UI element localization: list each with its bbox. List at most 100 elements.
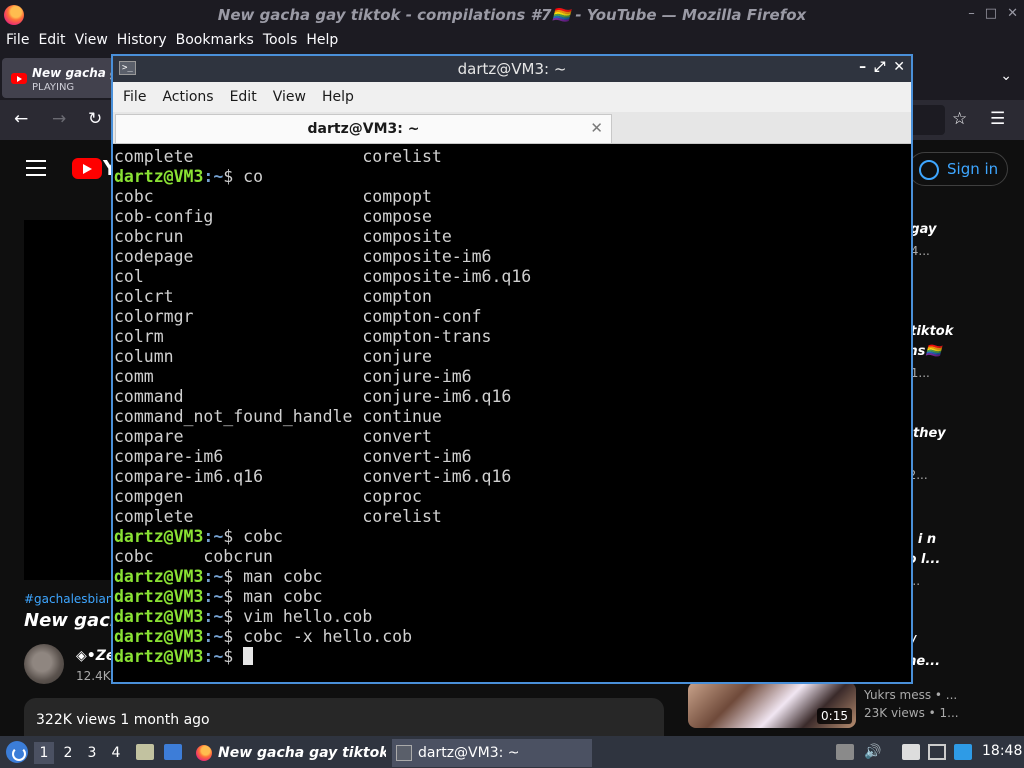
youtube-logo-icon[interactable] xyxy=(72,158,102,179)
description-box[interactable]: 322K views 1 month ago xyxy=(24,698,664,736)
line-text: colcrt compton xyxy=(114,287,432,306)
terminal-titlebar[interactable]: >_ dartz@VM3: ~ – ⤢ ✕ xyxy=(113,56,911,82)
terminal-line: dartz@VM3:~$ co xyxy=(114,167,910,187)
prompt-path: :~ xyxy=(203,627,224,646)
terminal-menu-help[interactable]: Help xyxy=(314,82,362,112)
channel-avatar[interactable] xyxy=(24,644,64,684)
terminal-menu-file[interactable]: File xyxy=(115,82,154,112)
line-text: cobc compopt xyxy=(114,187,432,206)
youtube-favicon-icon xyxy=(11,73,27,84)
channel-name[interactable]: ◈•Ze xyxy=(76,648,115,664)
hamburger-menu-icon[interactable] xyxy=(26,160,46,176)
terminal-menu-edit[interactable]: Edit xyxy=(222,82,265,112)
terminal-close-button[interactable]: ✕ xyxy=(893,59,905,75)
menu-tools[interactable]: Tools xyxy=(259,30,302,54)
line-text: command_not_found_handle continue xyxy=(114,407,442,426)
terminal-maximize-button[interactable]: ⤢ xyxy=(874,59,885,75)
line-text: $ man cobc xyxy=(223,567,323,586)
terminal-menu-actions[interactable]: Actions xyxy=(154,82,221,112)
line-text: $ man cobc xyxy=(223,587,323,606)
workspace-4[interactable]: 4 xyxy=(106,742,126,764)
list-all-tabs-chevron-icon[interactable]: ⌄ xyxy=(1000,68,1012,84)
prompt-user: dartz@VM3 xyxy=(114,587,204,606)
browser-tab-youtube[interactable]: New gacha gay tiktok PLAYING xyxy=(2,58,120,98)
terminal-tab-label: dartz@VM3: ~ xyxy=(307,121,420,137)
taskbar: 1 2 3 4 New gacha gay tiktok -... dartz@… xyxy=(0,736,1024,768)
line-text: $ xyxy=(223,647,244,666)
workspace-1[interactable]: 1 xyxy=(34,742,54,764)
prompt-user: dartz@VM3 xyxy=(114,647,204,666)
terminal-tab[interactable]: dartz@VM3: ~ ✕ xyxy=(115,114,612,143)
terminal-line: codepage composite-im6 xyxy=(114,247,910,267)
volume-icon[interactable]: 🔊 xyxy=(864,744,882,760)
network-icon[interactable] xyxy=(954,744,972,760)
clipboard-icon[interactable] xyxy=(836,744,854,760)
terminal-line: colormgr compton-conf xyxy=(114,307,910,327)
menu-history[interactable]: History xyxy=(113,30,171,54)
rec-channel: Yukrs mess • ... xyxy=(864,688,958,702)
video-title: New gach xyxy=(24,610,123,631)
window-title: New gacha gay tiktok - compilations #7🏳️… xyxy=(217,6,807,24)
start-menu-icon[interactable] xyxy=(6,741,28,763)
line-text: compare-im6 convert-im6 xyxy=(114,447,472,466)
app-menu-icon[interactable]: ☰ xyxy=(990,109,1005,129)
terminal-menubar: File Actions Edit View Help xyxy=(113,82,911,112)
terminal-line: compgen coproc xyxy=(114,487,910,507)
line-text: compare-im6.q16 convert-im6.q16 xyxy=(114,467,512,486)
terminal-line: command_not_found_handle continue xyxy=(114,407,910,427)
line-text: cobc cobcrun xyxy=(114,547,273,566)
forward-arrow-icon[interactable]: → xyxy=(52,109,66,129)
workspace-2[interactable]: 2 xyxy=(58,742,78,764)
close-button[interactable]: ✕ xyxy=(1007,6,1018,21)
line-text: column conjure xyxy=(114,347,432,366)
sign-in-label: Sign in xyxy=(947,160,999,178)
workspace-3[interactable]: 3 xyxy=(82,742,102,764)
menu-view[interactable]: View xyxy=(71,30,112,54)
prompt-user: dartz@VM3 xyxy=(114,627,204,646)
video-duration: 0:15 xyxy=(817,708,852,724)
line-text: $ vim hello.cob xyxy=(223,607,373,626)
taskbar-firefox[interactable]: New gacha gay tiktok -... xyxy=(192,739,386,767)
notes-icon[interactable] xyxy=(902,744,920,760)
taskbar-firefox-label: New gacha gay tiktok -... xyxy=(218,745,386,761)
line-text: complete corelist xyxy=(114,147,442,166)
menu-bookmarks[interactable]: Bookmarks xyxy=(172,30,258,54)
firefox-menubar: File Edit View History Bookmarks Tools H… xyxy=(0,30,1024,54)
back-arrow-icon[interactable]: ← xyxy=(14,109,28,129)
line-text: $ cobc xyxy=(223,527,283,546)
rec-views: 23K views • 1... xyxy=(864,706,959,720)
terminal-line: col composite-im6.q16 xyxy=(114,267,910,287)
terminal-minimize-button[interactable]: – xyxy=(859,59,866,75)
reload-icon[interactable]: ↻ xyxy=(88,109,102,129)
minimize-button[interactable]: – xyxy=(968,6,975,21)
taskbar-terminal[interactable]: dartz@VM3: ~ xyxy=(392,739,592,767)
line-text: cob-config compose xyxy=(114,207,432,226)
line-text: command conjure-im6.q16 xyxy=(114,387,512,406)
terminal-line: cobcrun composite xyxy=(114,227,910,247)
prompt-path: :~ xyxy=(203,567,224,586)
sign-in-button[interactable]: Sign in xyxy=(908,152,1008,186)
terminal-output[interactable]: complete corelist dartz@VM3:~$ co cobc com… xyxy=(114,147,910,682)
terminal-line: comm conjure-im6 xyxy=(114,367,910,387)
terminal-line: colcrt compton xyxy=(114,287,910,307)
menu-file[interactable]: File xyxy=(2,30,33,54)
prompt-path: :~ xyxy=(203,587,224,606)
maximize-button[interactable]: □ xyxy=(985,6,997,21)
prompt-path: :~ xyxy=(203,167,224,186)
terminal-tabbar: dartz@VM3: ~ ✕ xyxy=(113,112,911,144)
terminal-line: complete corelist xyxy=(114,147,910,167)
terminal-line: dartz@VM3:~$ xyxy=(114,647,910,667)
show-desktop-icon[interactable] xyxy=(164,744,182,760)
tab-playing-status: PLAYING xyxy=(32,82,75,93)
bookmark-star-icon[interactable]: ☆ xyxy=(952,109,967,129)
terminal-menu-view[interactable]: View xyxy=(265,82,314,112)
prompt-user: dartz@VM3 xyxy=(114,527,204,546)
prompt-path: :~ xyxy=(203,527,224,546)
menu-edit[interactable]: Edit xyxy=(34,30,69,54)
display-icon[interactable] xyxy=(928,744,946,760)
recommendation-thumbnail[interactable]: 0:15 xyxy=(688,682,856,728)
clock: 18:48 xyxy=(982,743,1023,759)
terminal-tab-close-icon[interactable]: ✕ xyxy=(590,119,603,137)
file-manager-launcher-icon[interactable] xyxy=(136,744,154,760)
menu-help[interactable]: Help xyxy=(302,30,342,54)
